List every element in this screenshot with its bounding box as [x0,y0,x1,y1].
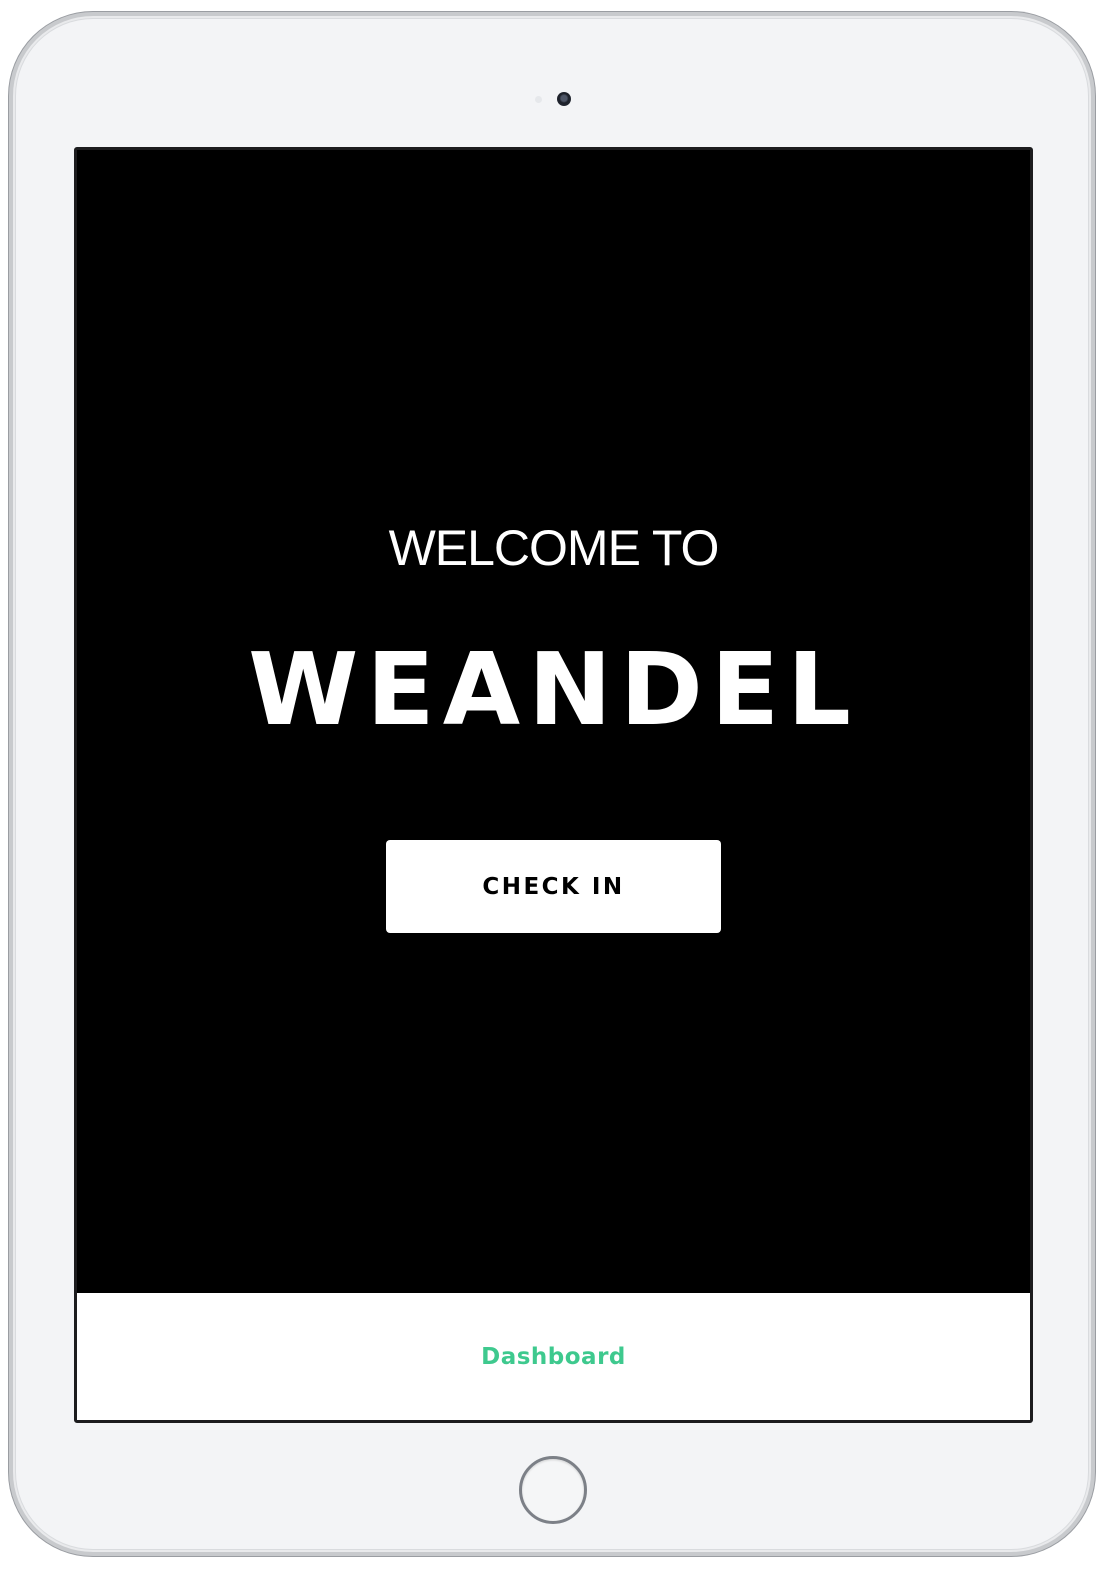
ambient-light-sensor [535,96,542,103]
welcome-panel: WELCOME TO WEANDEL CHECK IN [77,150,1030,1293]
brand-title: WEANDEL [248,631,859,748]
dashboard-link[interactable]: Dashboard [481,1344,626,1370]
bottom-bar: Dashboard [77,1293,1030,1420]
home-button[interactable] [519,1456,587,1524]
front-camera-icon [557,92,571,106]
welcome-label: WELCOME TO [388,520,720,576]
tablet-screen: WELCOME TO WEANDEL CHECK IN Dashboard [74,147,1033,1423]
check-in-button[interactable]: CHECK IN [386,840,721,933]
